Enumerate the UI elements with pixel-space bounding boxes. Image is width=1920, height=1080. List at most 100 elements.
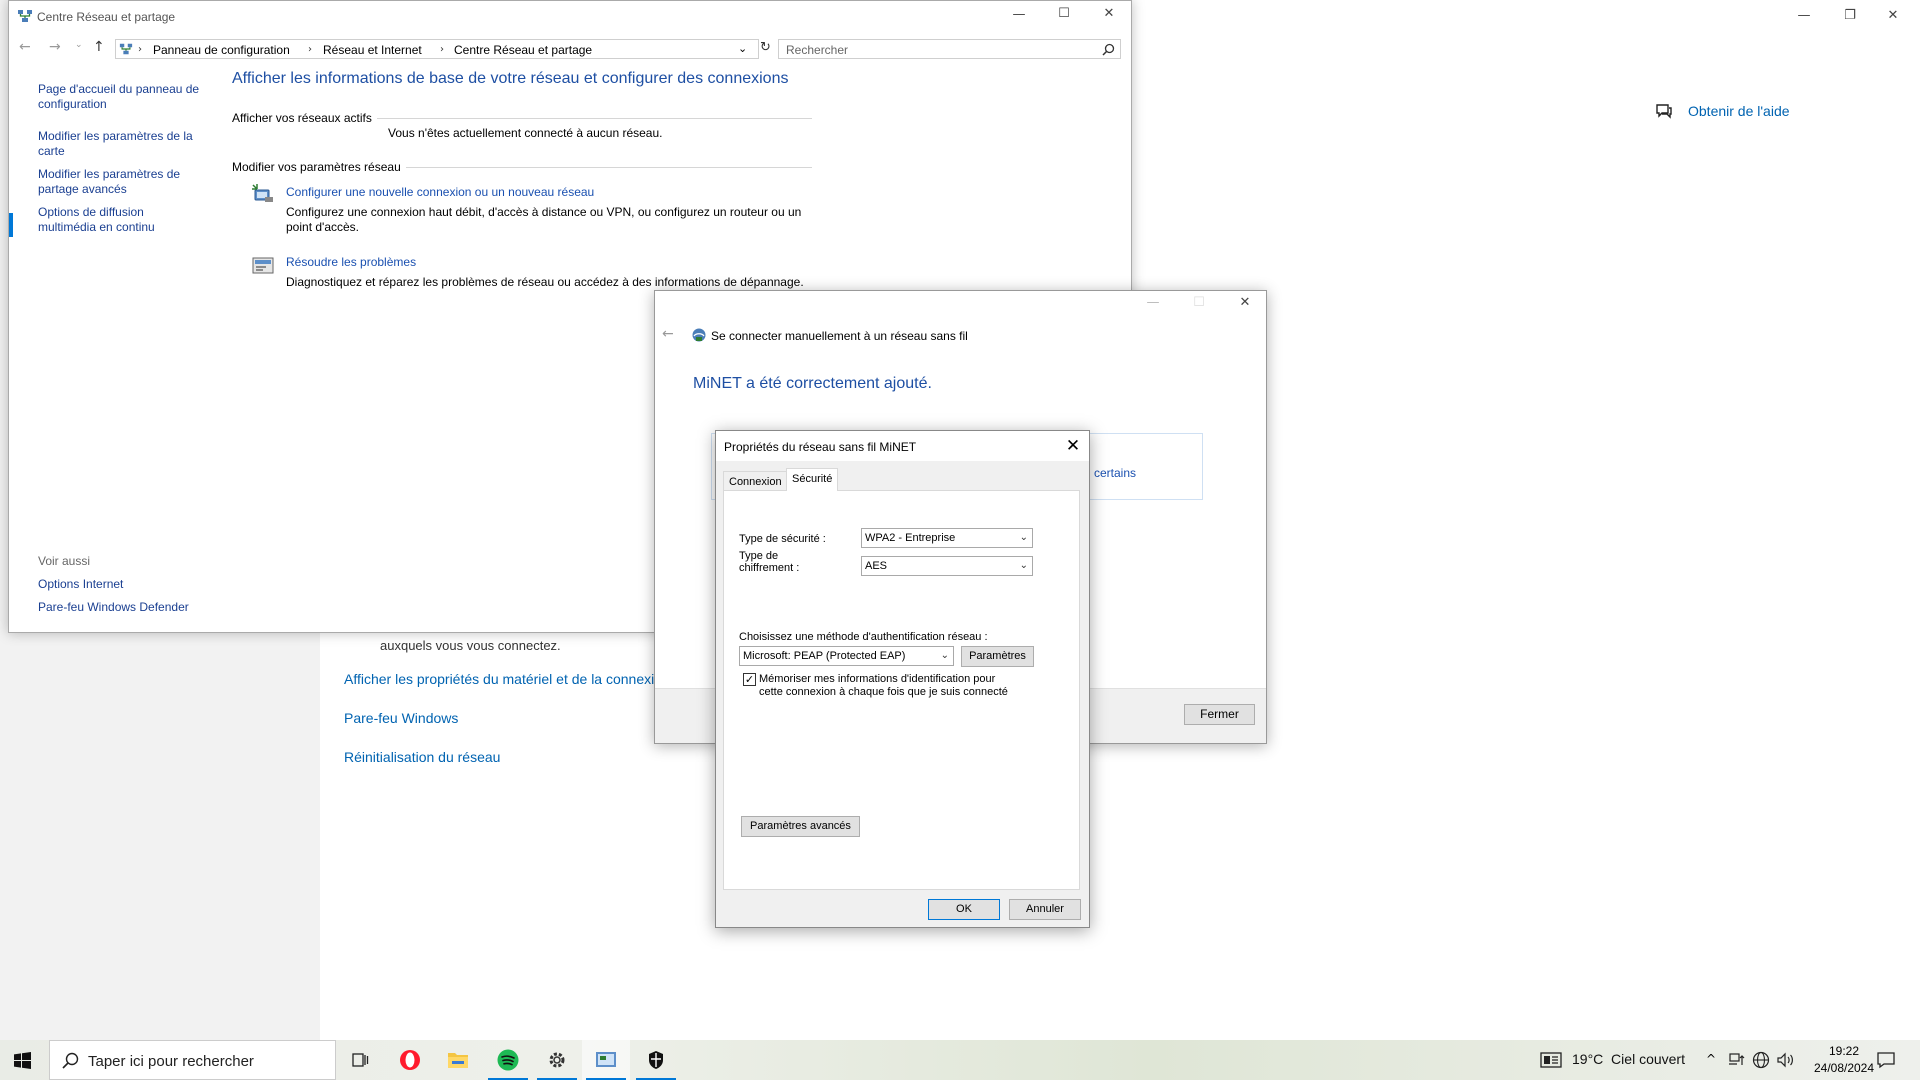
breadcrumb[interactable]: › Panneau de configuration › Réseau et I…: [115, 39, 759, 59]
hardware-properties-link[interactable]: Afficher les propriétés du matériel et d…: [344, 671, 654, 687]
change-settings-label: Modifier vos paramètres réseau: [232, 160, 406, 174]
advanced-settings-button[interactable]: Paramètres avancés: [741, 816, 860, 837]
wizard-back-arrow-icon[interactable]: ←: [662, 326, 674, 342]
properties-title: Propriétés du réseau sans fil MiNET: [724, 440, 917, 454]
new-connection-icon: [251, 182, 275, 204]
refresh-icon[interactable]: ↻: [760, 40, 776, 58]
chevron-down-icon: ⌄: [1019, 532, 1028, 543]
control-panel-taskbar-icon[interactable]: [582, 1040, 630, 1080]
encryption-type-value: AES: [865, 560, 888, 572]
auth-method-value: Microsoft: PEAP (Protected EAP): [743, 650, 906, 662]
help-chat-icon: [1655, 102, 1673, 120]
encryption-type-select[interactable]: AES ⌄: [861, 556, 1033, 576]
network-reset-link[interactable]: Réinitialisation du réseau: [344, 749, 500, 765]
remember-credentials-label: Mémoriser mes informations d'identificat…: [759, 673, 996, 685]
get-help-link[interactable]: Obtenir de l'aide: [1688, 103, 1790, 119]
cp-close-button[interactable]: ✕: [1099, 6, 1119, 21]
network-center-icon: [17, 8, 33, 24]
wireless-properties-dialog: Propriétés du réseau sans fil MiNET ✕ Co…: [715, 430, 1090, 928]
task-view-icon[interactable]: [336, 1040, 384, 1080]
security-type-select[interactable]: WPA2 - Entreprise ⌄: [861, 528, 1033, 548]
ok-button[interactable]: OK: [928, 899, 1000, 920]
weather-news-icon[interactable]: [1540, 1052, 1562, 1068]
auth-method-label: Choisissez une méthode d'authentificatio…: [739, 631, 988, 643]
volume-icon[interactable]: [1776, 1051, 1794, 1069]
taskbar: Taper ici pour rechercher 19°C Ciel couv…: [0, 1040, 1920, 1080]
media-streaming-link[interactable]: Options de diffusion multimédia en conti…: [38, 205, 188, 235]
troubleshoot-link[interactable]: Résoudre les problèmes: [286, 255, 416, 269]
left-pane-selection-indicator: [9, 213, 13, 237]
page-title: Afficher les informations de base de vot…: [232, 70, 789, 87]
chevron-down-icon: ⌄: [940, 650, 949, 661]
auth-method-select[interactable]: Microsoft: PEAP (Protected EAP) ⌄: [739, 646, 954, 666]
wizard-close-button[interactable]: ✕: [1235, 295, 1255, 310]
up-arrow-icon[interactable]: ↑: [93, 39, 105, 55]
recent-dropdown-icon[interactable]: ⌄: [75, 40, 83, 50]
start-button[interactable]: [0, 1040, 46, 1080]
taskbar-search-input[interactable]: Taper ici pour rechercher: [49, 1040, 336, 1080]
windows-logo-icon: [14, 1052, 31, 1069]
auth-settings-button[interactable]: Paramètres: [961, 646, 1034, 667]
adapter-settings-link[interactable]: Modifier les paramètres de la carte: [38, 129, 203, 159]
new-connection-description: Configurez une connexion haut débit, d'a…: [286, 205, 802, 219]
security-shield-icon[interactable]: [632, 1040, 680, 1080]
wizard-minimize-button[interactable]: —: [1143, 295, 1163, 310]
search-placeholder: Rechercher: [786, 43, 849, 57]
tab-connexion[interactable]: Connexion: [723, 471, 788, 491]
breadcrumb-control-panel[interactable]: Panneau de configuration: [153, 43, 290, 57]
see-also-label: Voir aussi: [38, 554, 91, 568]
breadcrumb-separator-icon: ›: [440, 44, 444, 55]
defender-firewall-link[interactable]: Pare-feu Windows Defender: [38, 600, 208, 615]
network-tray-icon[interactable]: [1728, 1052, 1746, 1068]
breadcrumb-network-center[interactable]: Centre Réseau et partage: [454, 43, 592, 57]
control-panel-titlebar: Centre Réseau et partage — ☐ ✕: [9, 1, 1131, 33]
security-tab-panel: Type de sécurité : WPA2 - Entreprise ⌄ T…: [723, 490, 1080, 890]
file-explorer-icon[interactable]: [434, 1040, 482, 1080]
back-arrow-icon[interactable]: ←: [19, 39, 31, 55]
clock-date[interactable]: 24/08/2024: [1810, 1061, 1878, 1075]
no-network-text: Vous n'êtes actuellement connecté à aucu…: [388, 126, 663, 140]
cancel-button[interactable]: Annuler: [1009, 899, 1081, 920]
forward-arrow-icon[interactable]: →: [49, 39, 61, 55]
clock-time[interactable]: 19:22: [1810, 1044, 1878, 1058]
opera-icon[interactable]: [386, 1040, 434, 1080]
address-bar: ← → ⌄ ↑ › Panneau de configuration › Rés…: [9, 37, 1131, 61]
wizard-partial-link[interactable]: certains: [1094, 466, 1136, 480]
settings-gear-icon[interactable]: [533, 1040, 581, 1080]
remember-credentials-checkbox[interactable]: ✓: [743, 673, 756, 686]
spotify-icon[interactable]: [484, 1040, 532, 1080]
search-input[interactable]: Rechercher: [778, 39, 1121, 59]
search-icon: [1102, 43, 1115, 56]
tab-securite[interactable]: Sécurité: [786, 468, 839, 491]
breadcrumb-network-internet[interactable]: Réseau et Internet: [323, 43, 422, 57]
properties-titlebar: Propriétés du réseau sans fil MiNET ✕: [716, 431, 1089, 461]
search-icon: [62, 1052, 79, 1069]
internet-options-link[interactable]: Options Internet: [38, 577, 208, 592]
settings-restore-button[interactable]: ❐: [1838, 8, 1862, 23]
properties-close-icon[interactable]: ✕: [1061, 434, 1085, 458]
settings-minimize-button[interactable]: —: [1792, 8, 1816, 23]
security-type-label: Type de sécurité :: [739, 533, 826, 545]
wizard-maximize-button[interactable]: ☐: [1189, 295, 1209, 310]
globe-icon[interactable]: [1752, 1051, 1770, 1069]
cp-maximize-button[interactable]: ☐: [1054, 6, 1074, 21]
close-button[interactable]: Fermer: [1184, 704, 1255, 725]
wizard-title: Se connecter manuellement à un réseau sa…: [711, 329, 968, 343]
chevron-down-icon: ⌄: [1019, 560, 1028, 571]
new-connection-link[interactable]: Configurer une nouvelle connexion ou un …: [286, 185, 594, 199]
encryption-type-label-line2: chiffrement :: [739, 562, 800, 574]
new-connection-description-line2: point d'accès.: [286, 220, 360, 234]
encryption-type-label: Type de: [739, 550, 779, 562]
chevron-up-icon[interactable]: ^: [1706, 1052, 1716, 1066]
wizard-heading: MiNET a été correctement ajouté.: [693, 375, 932, 392]
troubleshoot-icon: [251, 255, 275, 277]
wireless-network-icon: [691, 327, 707, 343]
control-panel-home-link[interactable]: Page d'accueil du panneau de configurati…: [38, 82, 208, 112]
weather-text[interactable]: 19°C Ciel couvert: [1572, 1051, 1685, 1067]
settings-close-button[interactable]: ✕: [1881, 8, 1905, 23]
address-dropdown-icon[interactable]: ⌄: [738, 42, 747, 55]
advanced-sharing-link[interactable]: Modifier les paramètres de partage avanc…: [38, 167, 198, 197]
cp-minimize-button[interactable]: —: [1009, 7, 1029, 22]
notification-center-icon[interactable]: [1876, 1051, 1896, 1069]
windows-firewall-link[interactable]: Pare-feu Windows: [344, 710, 458, 726]
